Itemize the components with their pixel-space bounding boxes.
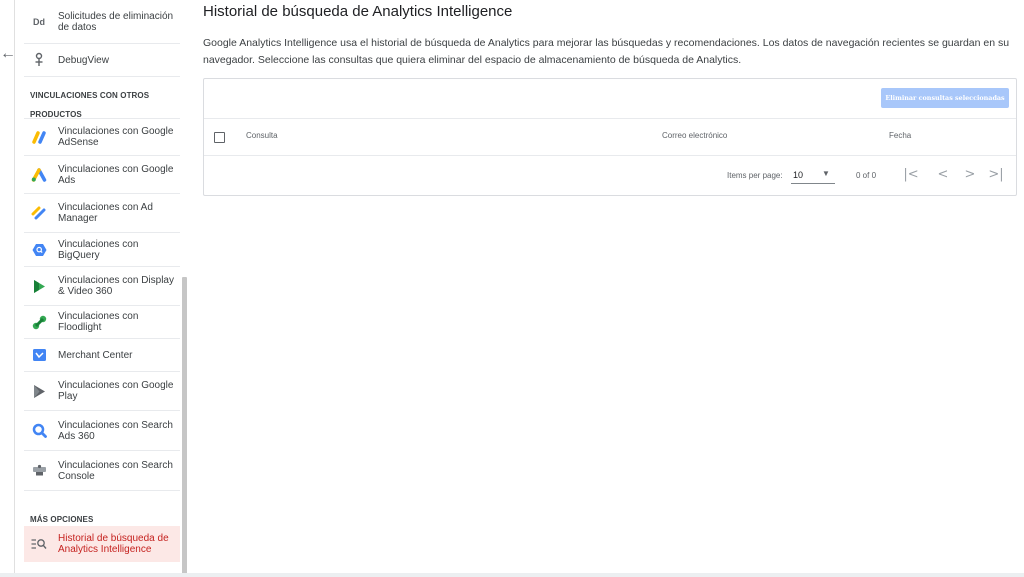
app-root: ← Dd Solicitudes de eliminación de datos… (0, 0, 1024, 577)
sidebar-item-display-video[interactable]: Vinculaciones con Display & Video 360 (24, 267, 180, 306)
items-per-page-value: 10 (793, 170, 804, 180)
adsense-icon (30, 128, 48, 146)
sidebar-item-label: Vinculaciones con Google Ads (58, 163, 174, 186)
previous-page-icon[interactable]: < (934, 166, 952, 184)
search-console-icon (30, 462, 48, 480)
google-ads-icon (30, 166, 48, 184)
sidebar-item-label: Vinculaciones con Display & Video 360 (58, 275, 174, 297)
sidebar-item-label: Merchant Center (58, 349, 133, 361)
section-title-more: MÁS OPCIONES (30, 515, 94, 524)
sidebar-item-label: Vinculaciones con Floodlight (58, 311, 139, 333)
sidebar-item-label: Vinculaciones con Search Console (58, 459, 173, 482)
floodlight-icon (30, 313, 48, 331)
sidebar-item-floodlight[interactable]: Vinculaciones con Floodlight (24, 306, 180, 339)
next-page-icon[interactable]: > (961, 166, 979, 184)
first-page-icon[interactable]: |< (902, 166, 920, 184)
dropdown-caret-icon: ▼ (822, 169, 830, 178)
admin-sidebar: Dd Solicitudes de eliminación de datos D… (24, 0, 180, 577)
last-page-icon[interactable]: >| (987, 166, 1005, 184)
sidebar-item-debugview[interactable]: DebugView (24, 44, 180, 77)
paginator: Items per page: 10 ▼ 0 of 0 |< < > >| (204, 157, 1016, 195)
column-header-email[interactable]: Correo electrónico (662, 131, 727, 140)
sidebar-item-adsense[interactable]: Vinculaciones con Google AdSense (24, 119, 180, 156)
sidebar-item-data-deletion[interactable]: Dd Solicitudes de eliminación de datos (24, 0, 180, 44)
items-per-page-label: Items per page: (727, 171, 783, 180)
table-header: Consulta Correo electrónico Fecha (204, 118, 1016, 156)
dd-icon: Dd (33, 16, 45, 27)
sidebar-item-label: Vinculaciones con BigQuery (58, 238, 139, 261)
sidebar-item-label: DebugView (58, 54, 109, 66)
sidebar-item-label: Vinculaciones con Search Ads 360 (58, 419, 173, 442)
section-header-more: MÁS OPCIONES (24, 491, 180, 526)
sidebar-item-bigquery[interactable]: Vinculaciones con BigQuery (24, 233, 180, 267)
sidebar-item-search-console[interactable]: Vinculaciones con Search Console (24, 451, 180, 491)
sidebar-item-label-active: Historial de búsqueda de Analytics Intel… (58, 533, 169, 555)
delete-selected-button[interactable]: Eliminar consultas seleccionadas (881, 88, 1009, 108)
sidebar-scrollbar[interactable] (182, 277, 187, 577)
bigquery-icon (30, 241, 48, 259)
section-header-links: VINCULACIONES CON OTROS PRODUCTOS (24, 77, 180, 119)
sidebar-item-label: Vinculaciones con Google Play (58, 380, 174, 402)
left-rail-divider (14, 0, 15, 577)
page-range-label: 0 of 0 (856, 171, 877, 180)
sidebar-item-label: Solicitudes de eliminación de datos (58, 10, 174, 33)
ad-manager-icon (30, 204, 48, 222)
column-header-date[interactable]: Fecha (889, 131, 911, 140)
back-arrow-icon[interactable]: ← (0, 44, 16, 64)
debug-icon (30, 51, 48, 69)
page-title: Historial de búsqueda de Analytics Intel… (203, 3, 513, 20)
search-history-card: Eliminar consultas seleccionadas Consult… (203, 78, 1017, 196)
select-all-checkbox[interactable] (214, 132, 225, 143)
sidebar-item-search-ads[interactable]: Vinculaciones con Search Ads 360 (24, 411, 180, 451)
sidebar-item-ad-manager[interactable]: Vinculaciones con Ad Manager (24, 194, 180, 233)
page-description: Google Analytics Intelligence usa el his… (203, 37, 1010, 66)
display-video-icon (30, 277, 48, 295)
sidebar-item-label: Vinculaciones con Ad Manager (58, 202, 153, 224)
sidebar-item-google-play[interactable]: Vinculaciones con Google Play (24, 372, 180, 411)
items-per-page-select[interactable]: 10 ▼ (791, 167, 835, 184)
column-header-query[interactable]: Consulta (246, 131, 278, 140)
sidebar-item-google-ads[interactable]: Vinculaciones con Google Ads (24, 156, 180, 194)
merchant-center-icon (30, 346, 48, 364)
search-history-icon (30, 535, 48, 553)
sidebar-item-merchant-center[interactable]: Merchant Center (24, 339, 180, 372)
search-ads-icon (30, 422, 48, 440)
sidebar-item-label: Vinculaciones con Google AdSense (58, 126, 174, 148)
bottom-border (0, 573, 1024, 577)
sidebar-item-search-history[interactable]: Historial de búsqueda de Analytics Intel… (24, 526, 180, 562)
google-play-icon (30, 382, 48, 400)
